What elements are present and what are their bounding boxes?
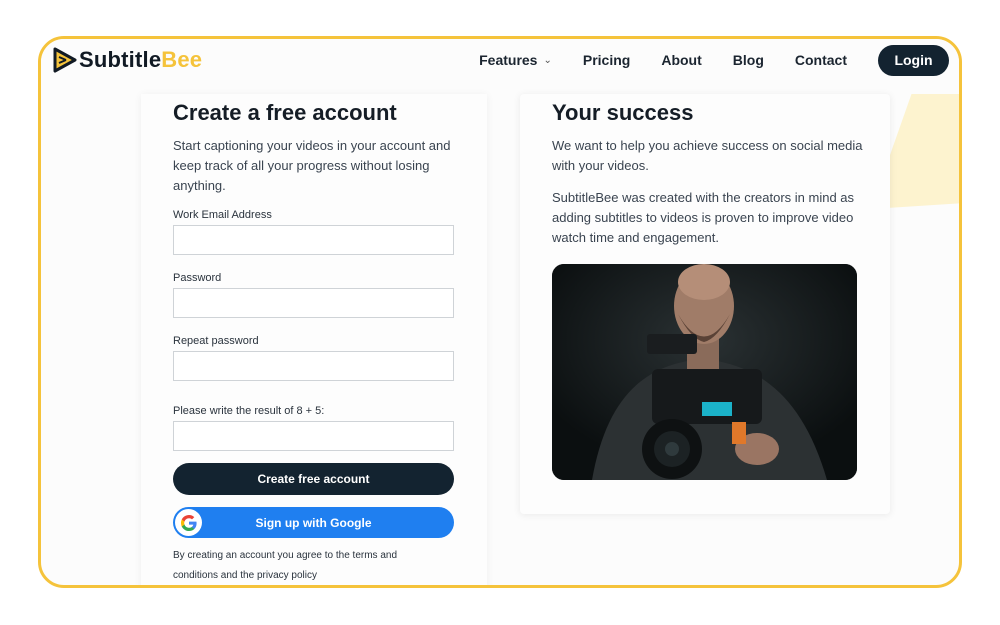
- main-nav: Features ⌄ Pricing About Blog Contact Lo…: [479, 44, 949, 76]
- password-label: Password: [173, 272, 222, 284]
- captcha-field[interactable]: [173, 421, 454, 451]
- google-icon: [175, 509, 202, 536]
- terms-text: By creating an account you agree to the …: [173, 550, 398, 581]
- repeat-password-field[interactable]: [173, 351, 454, 381]
- creator-photo: [552, 264, 857, 480]
- nav-item-contact[interactable]: Contact: [795, 52, 847, 68]
- email-field[interactable]: [173, 225, 454, 255]
- site-header: SubtitleBee Features ⌄ Pricing About Blo…: [41, 39, 959, 94]
- nav-item-blog[interactable]: Blog: [733, 52, 764, 68]
- success-card: Your success We want to help you achieve…: [520, 94, 890, 514]
- page-frame: SubtitleBee Features ⌄ Pricing About Blo…: [38, 36, 962, 588]
- login-button[interactable]: Login: [878, 44, 949, 76]
- signup-card: Create a free account Start captioning y…: [141, 94, 487, 585]
- signup-title: Create a free account: [173, 100, 397, 125]
- create-account-button[interactable]: Create free account: [173, 463, 454, 495]
- nav-item-features[interactable]: Features ⌄: [479, 52, 552, 68]
- email-label: Work Email Address: [173, 209, 272, 221]
- password-field[interactable]: [173, 288, 454, 318]
- logo-play-icon: [53, 47, 77, 73]
- google-signup-button[interactable]: Sign up with Google: [173, 507, 454, 538]
- google-signup-label: Sign up with Google: [255, 515, 372, 530]
- repeat-password-label: Repeat password: [173, 335, 259, 347]
- success-paragraph-1: We want to help you achieve success on s…: [552, 138, 863, 173]
- logo[interactable]: SubtitleBee: [53, 47, 202, 73]
- success-paragraph-2: SubtitleBee was created with the creator…: [552, 190, 855, 245]
- logo-text: SubtitleBee: [79, 47, 203, 72]
- signup-intro: Start captioning your videos in your acc…: [173, 138, 451, 193]
- success-title: Your success: [552, 100, 694, 125]
- captcha-label: Please write the result of 8 + 5:: [173, 405, 325, 417]
- nav-item-about[interactable]: About: [661, 52, 701, 68]
- nav-item-pricing[interactable]: Pricing: [583, 52, 630, 68]
- chevron-down-icon: ⌄: [543, 54, 552, 66]
- creator-photo-illustration: [552, 264, 857, 480]
